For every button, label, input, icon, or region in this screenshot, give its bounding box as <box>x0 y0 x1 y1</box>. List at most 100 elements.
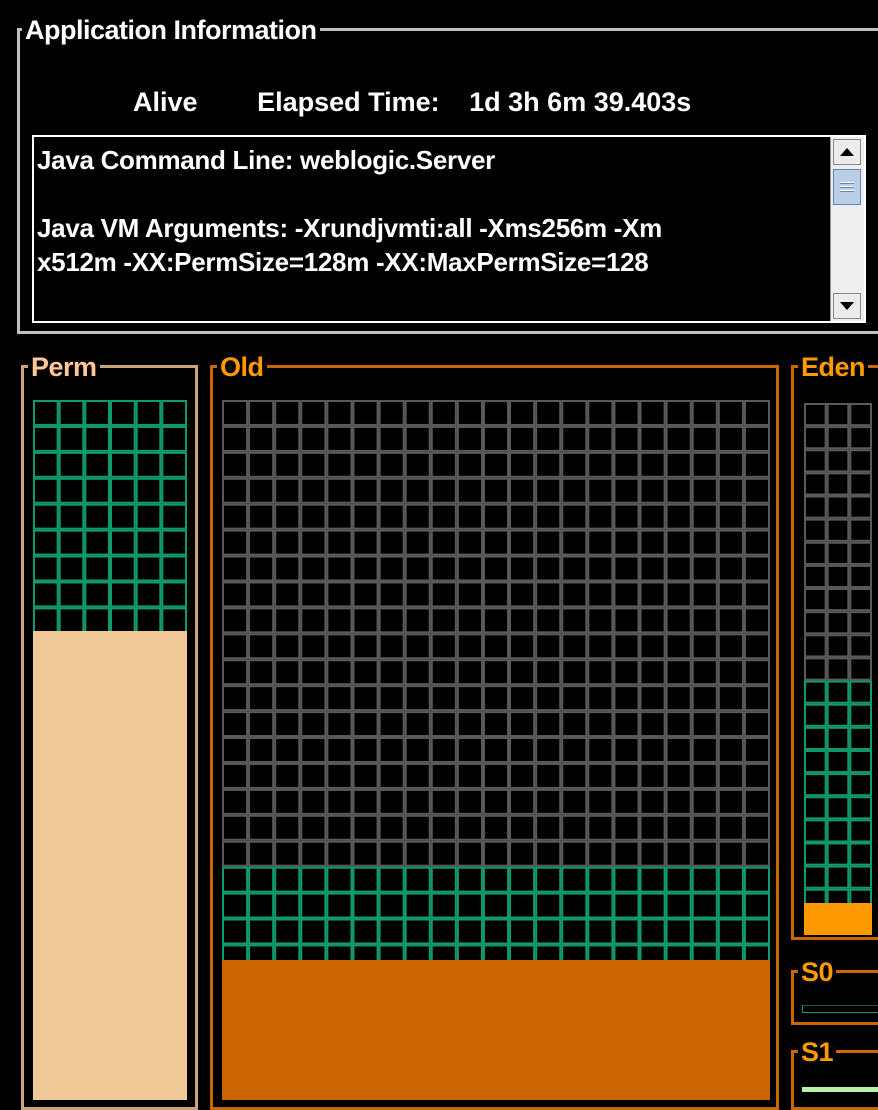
grid-cell <box>849 749 872 774</box>
grid-cell <box>274 555 301 582</box>
grid-cell <box>274 918 301 945</box>
grid-cell <box>352 762 379 789</box>
grid-cell <box>404 451 431 478</box>
grid-cell <box>430 633 457 660</box>
grid-cell <box>482 451 510 478</box>
grid-cell <box>326 685 353 712</box>
command-line-row: Java Command Line: weblogic.Server <box>37 145 495 175</box>
grid-cell <box>691 451 718 478</box>
grid-cell <box>804 449 827 473</box>
grid-cell <box>404 529 431 556</box>
grid-cell <box>378 451 405 478</box>
grid-cell <box>300 400 327 426</box>
grid-cell <box>430 737 457 763</box>
scroll-down-button[interactable] <box>833 293 861 319</box>
grid-cell <box>509 840 536 867</box>
grid-cell <box>33 425 59 452</box>
grid-cell <box>717 892 744 919</box>
grid-cell <box>665 607 692 634</box>
grid-cell <box>352 685 379 712</box>
grid-cell <box>58 581 85 608</box>
grid-cell <box>430 581 457 608</box>
grid-cell <box>248 892 275 919</box>
grid-cell <box>430 451 457 478</box>
grid-cell <box>804 426 827 450</box>
grid-cell <box>84 529 110 556</box>
grid-cell <box>326 503 353 530</box>
grid-cell <box>826 842 850 866</box>
grid-cell <box>378 788 405 815</box>
grid-cell <box>613 711 640 738</box>
grid-cell <box>274 425 301 452</box>
grid-cell <box>613 737 640 763</box>
grid-cell <box>352 711 379 738</box>
grid-cell <box>404 711 431 738</box>
grid-cell <box>430 425 457 452</box>
grid-cell <box>717 737 744 763</box>
old-used-fill <box>222 960 770 1100</box>
grid-cell <box>300 555 327 582</box>
vertical-scrollbar[interactable] <box>830 137 864 321</box>
grid-cell <box>404 866 431 893</box>
grid-cell <box>352 581 379 608</box>
grid-cell <box>826 403 850 427</box>
grid-cell <box>535 400 562 426</box>
grid-cell <box>849 426 872 450</box>
grid-cell <box>587 866 614 893</box>
grid-cell <box>482 918 510 945</box>
grid-cell <box>639 529 666 556</box>
grid-cell <box>352 892 379 919</box>
grid-cell <box>274 529 301 556</box>
old-generation-panel: Old <box>210 353 779 1110</box>
grid-cell <box>639 866 666 893</box>
grid-cell <box>561 840 588 867</box>
grid-cell <box>717 425 744 452</box>
grid-cell <box>826 495 850 519</box>
grid-cell <box>804 842 827 866</box>
grid-cell <box>691 633 718 660</box>
grid-cell <box>404 737 431 763</box>
grid-cell <box>743 555 770 582</box>
grid-cell <box>691 581 718 608</box>
grid-cell <box>378 581 405 608</box>
scrollbar-thumb[interactable] <box>833 169 861 205</box>
grid-cell <box>248 451 275 478</box>
grid-cell <box>404 685 431 712</box>
grid-cell <box>509 607 536 634</box>
grid-cell <box>161 451 187 478</box>
scroll-up-button[interactable] <box>833 139 861 165</box>
grid-cell <box>430 685 457 712</box>
grid-cell <box>509 814 536 841</box>
grid-cell <box>404 400 431 426</box>
s1-survivor-panel: S1 <box>791 1038 878 1110</box>
grid-cell <box>535 607 562 634</box>
grid-cell <box>456 451 483 478</box>
grid-cell <box>613 529 640 556</box>
grid-cell <box>33 477 59 504</box>
grid-cell <box>300 918 327 945</box>
grid-cell <box>717 607 744 634</box>
grid-cell <box>717 918 744 945</box>
grid-cell <box>248 788 275 815</box>
grid-cell <box>222 840 249 867</box>
grid-cell <box>535 425 562 452</box>
command-line-text: Java Command Line: weblogic.Server Java … <box>37 143 827 279</box>
grid-cell <box>535 529 562 556</box>
grid-cell <box>84 581 110 608</box>
grid-cell <box>665 529 692 556</box>
grid-cell <box>110 503 136 530</box>
command-line-textarea[interactable]: Java Command Line: weblogic.Server Java … <box>32 135 866 323</box>
grid-cell <box>33 555 59 582</box>
grid-cell <box>248 607 275 634</box>
grid-cell <box>352 400 379 426</box>
grid-cell <box>849 449 872 473</box>
grid-cell <box>248 400 275 426</box>
grid-cell <box>430 762 457 789</box>
grid-cell <box>404 607 431 634</box>
grid-cell <box>378 400 405 426</box>
grid-cell <box>509 477 536 504</box>
grid-cell <box>849 773 872 797</box>
grid-cell <box>613 633 640 660</box>
grid-cell <box>509 788 536 815</box>
grid-cell <box>482 659 510 686</box>
